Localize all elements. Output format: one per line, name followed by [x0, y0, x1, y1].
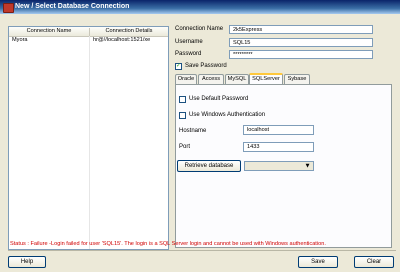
footer-divider [8, 250, 396, 251]
column-header-connection-name[interactable]: Connection Name [9, 28, 90, 36]
column-divider [89, 36, 90, 249]
clear-button[interactable]: Clear [354, 256, 394, 268]
dialog-window: New / Select Database Connection Connect… [0, 0, 400, 272]
use-windows-auth-checkbox[interactable] [179, 112, 186, 119]
window-title: New / Select Database Connection [15, 3, 130, 10]
tab-sqlserver[interactable]: SQLServer [249, 73, 283, 84]
tab-access[interactable]: Access [198, 74, 224, 84]
database-select[interactable]: ▼ [244, 161, 314, 171]
tab-oracle[interactable]: Oracle [175, 74, 197, 84]
save-password-label: Save Password [185, 63, 227, 69]
port-input[interactable]: 1433 [243, 142, 314, 152]
table-row[interactable]: Myora hr@//localhost:1521/xe [9, 37, 168, 45]
connection-name-input[interactable]: 2k5Express [229, 25, 373, 34]
title-bar[interactable]: New / Select Database Connection [0, 0, 400, 14]
connection-name-label: Connection Name [175, 26, 224, 32]
connection-name-cell: Myora [12, 37, 28, 43]
column-header-connection-details[interactable]: Connection Details [90, 28, 168, 34]
tab-sybase[interactable]: Sybase [284, 74, 310, 84]
password-input[interactable]: ********* [229, 50, 373, 59]
help-button[interactable]: Help [8, 256, 46, 268]
connections-table[interactable]: Connection Name Connection Details Myora… [8, 26, 169, 250]
use-default-password-label: Use Default Password [189, 96, 249, 102]
save-password-checkbox[interactable] [175, 62, 182, 70]
tab-mysql[interactable]: MySQL [225, 74, 249, 84]
port-label: Port [179, 144, 191, 150]
retrieve-database-button[interactable]: Retrieve database [177, 160, 241, 172]
hostname-input[interactable]: localhost [243, 125, 314, 135]
save-button[interactable]: Save [298, 256, 338, 268]
connection-details-cell: hr@//localhost:1521/xe [93, 37, 151, 43]
hostname-label: Hostname [179, 128, 207, 134]
use-windows-auth-label: Use Windows Authentication [189, 112, 266, 118]
username-input[interactable]: SQL15 [229, 38, 373, 47]
use-default-password-checkbox[interactable] [179, 96, 186, 103]
password-label: Password [175, 51, 202, 57]
status-message: Status : Failure -Login failed for user … [10, 241, 326, 247]
dialog-body: Connection Name Connection Details Myora… [2, 14, 398, 270]
app-icon [3, 3, 14, 13]
chevron-down-icon: ▼ [305, 163, 310, 169]
username-label: Username [175, 39, 203, 45]
